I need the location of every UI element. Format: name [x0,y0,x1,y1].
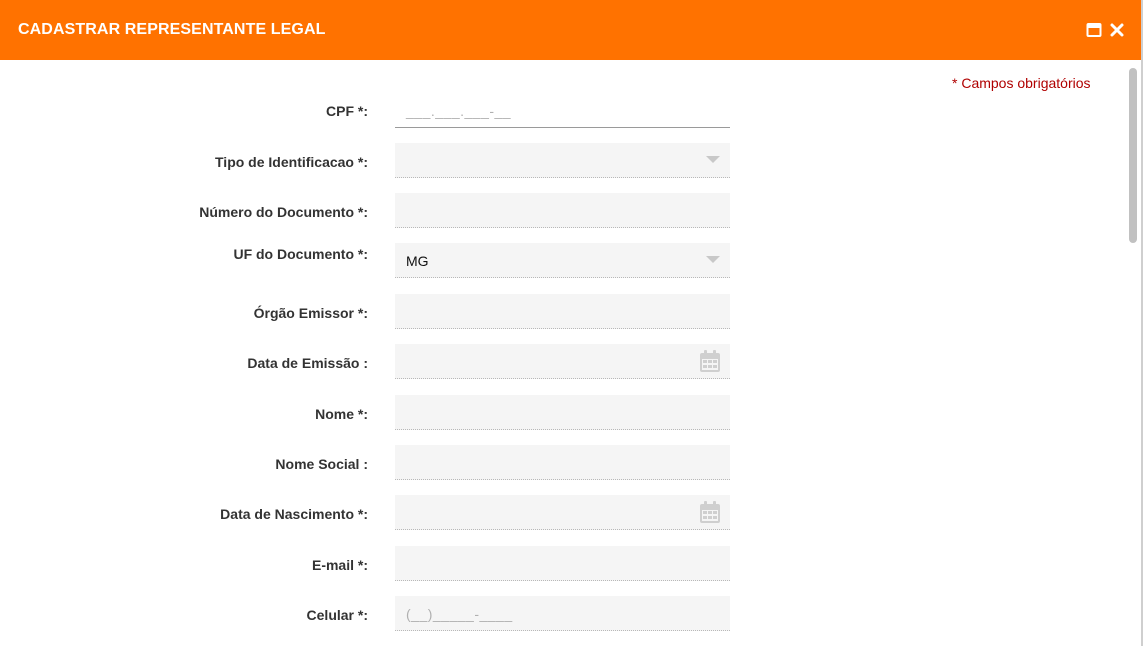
nome-social-label: Nome Social : [275,456,368,472]
chevron-down-icon [706,156,720,163]
celular-placeholder: (__)_____-____ [406,606,513,622]
dialog-title: CADASTRAR REPRESENTANTE LEGAL [18,21,326,38]
numero-documento-label: Número do Documento *: [199,204,368,220]
dialog-titlebar: CADASTRAR REPRESENTANTE LEGAL [0,0,1141,60]
data-nascimento-label: Data de Nascimento *: [220,506,368,522]
data-emissao-label: Data de Emissão : [247,355,368,371]
email-label: E-mail *: [311,557,368,573]
celular-input[interactable]: (__)_____-____ [395,596,730,631]
data-nascimento-input[interactable] [395,495,730,530]
calendar-icon[interactable] [700,350,720,372]
celular-label: Celular *: [306,607,368,623]
numero-documento-input[interactable] [395,193,730,228]
required-fields-note: * Campos obrigatórios [952,75,1091,91]
uf-documento-label: UF do Documento *: [233,246,368,262]
cpf-input[interactable]: ___.___.___-__ [395,93,730,128]
nome-label: Nome *: [315,406,368,422]
chevron-down-icon [706,256,720,263]
email-input[interactable] [395,546,730,581]
window-maximize-icon[interactable] [1086,22,1102,38]
orgao-emissor-input[interactable] [395,294,730,329]
uf-documento-value: MG [406,253,429,269]
cpf-placeholder: ___.___.___-__ [406,103,512,119]
tipo-identificacao-label: Tipo de Identificacao *: [215,154,368,170]
nome-input[interactable] [395,395,730,430]
data-emissao-input[interactable] [395,344,730,379]
uf-documento-select[interactable]: MG [395,243,730,278]
close-icon[interactable] [1109,22,1125,38]
cpf-label: CPF *: [326,103,368,119]
register-legal-representative-dialog: CADASTRAR REPRESENTANTE LEGAL * Campos o… [0,0,1143,646]
nome-social-input[interactable] [395,445,730,480]
tipo-identificacao-select[interactable] [395,143,730,178]
orgao-emissor-label: Órgão Emissor *: [253,305,368,321]
scrollbar-thumb[interactable] [1129,68,1137,243]
calendar-icon[interactable] [700,501,720,523]
